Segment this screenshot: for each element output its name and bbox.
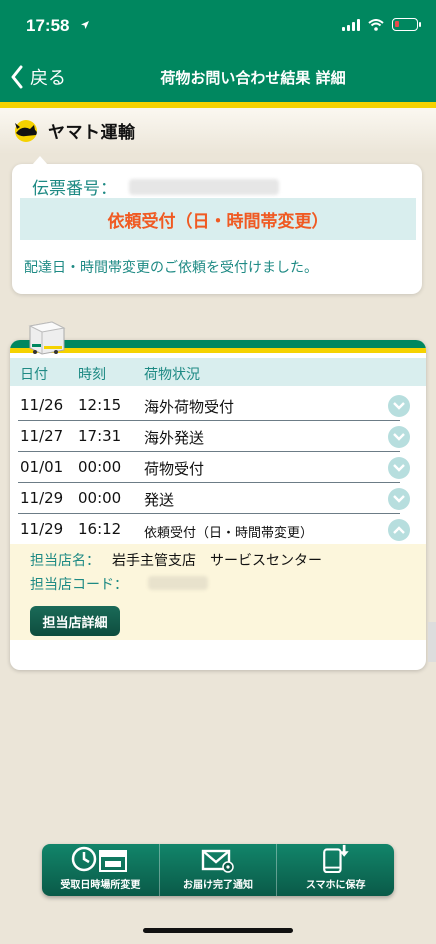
history-row[interactable]: 01/01 00:00 荷物受付 (10, 452, 426, 483)
row-date: 01/01 (20, 458, 64, 476)
row-time: 17:31 (78, 427, 122, 445)
status-time: 17:58 (26, 16, 70, 35)
chevron-down-icon[interactable] (388, 488, 410, 510)
row-date: 11/27 (20, 427, 64, 445)
row-time: 00:00 (78, 458, 122, 476)
delivery-notify-label: お届け完了通知 (183, 880, 253, 891)
row-status: 海外発送 (144, 429, 205, 447)
row-time: 16:12 (78, 520, 122, 538)
save-to-phone-button[interactable]: スマホに保存 (277, 844, 394, 896)
nav-bar: 戻る 荷物お問い合わせ結果 詳細 (0, 52, 436, 102)
status-message: 配達日・時間帯変更のご依頼を受付けました。 (24, 260, 318, 276)
header-date: 日付 (20, 367, 48, 383)
status-indicators (342, 18, 421, 31)
bottom-action-bar: 受取日時場所変更 お届け完了通知 スマホに保存 (42, 844, 394, 896)
store-detail-button[interactable]: 担当店詳細 (30, 606, 120, 636)
row-date: 11/26 (20, 396, 64, 414)
envelope-icon (201, 849, 234, 873)
brand-name: ヤマト運輸 (48, 123, 136, 142)
row-time: 12:15 (78, 396, 122, 414)
current-status-banner: 依頼受付（日・時間帯変更） (20, 198, 416, 240)
side-edge (428, 622, 436, 662)
row-status: 海外荷物受付 (144, 398, 235, 416)
row-status: 荷物受付 (144, 460, 205, 478)
history-header: 日付 時刻 荷物状況 (10, 358, 426, 386)
row-date: 11/29 (20, 489, 64, 507)
chevron-up-icon[interactable] (388, 519, 410, 541)
history-row[interactable]: 11/29 00:00 発送 (10, 483, 426, 514)
header-time: 時刻 (78, 367, 106, 383)
row-date: 11/29 (20, 520, 64, 538)
yamato-logo: ヤマト運輸 (8, 118, 136, 143)
store-name-value: 岩手主管支店 サービスセンター (112, 553, 322, 569)
tracking-summary-card: 伝票番号： 依頼受付（日・時間帯変更） 配達日・時間帯変更のご依頼を受付けました… (12, 156, 422, 294)
store-detail-panel: 担当店名： 岩手主管支店 サービスセンター 担当店コード： 担当店詳細 (10, 544, 426, 640)
phone-download-icon (322, 844, 349, 873)
history-row[interactable]: 11/27 17:31 海外発送 (10, 421, 426, 452)
battery-icon (392, 18, 421, 31)
chevron-down-icon[interactable] (388, 395, 410, 417)
brand-bar: ヤマト運輸 (0, 108, 436, 154)
page-title: 荷物お問い合わせ結果 詳細 (160, 69, 346, 87)
store-code-line: 担当店コード： (30, 574, 208, 594)
header-status: 荷物状況 (144, 367, 200, 383)
location-arrow-icon (81, 21, 89, 29)
row-status: 発送 (144, 491, 175, 509)
history-row-expanded[interactable]: 11/29 16:12 依頼受付（日・時間帯変更） (10, 514, 426, 545)
store-name-label: 担当店名： (30, 553, 100, 569)
store-name-line: 担当店名： 岩手主管支店 サービスセンター (30, 550, 322, 570)
delivery-notify-button[interactable]: お届け完了通知 (160, 844, 278, 896)
tracking-history-card: 日付 時刻 荷物状況 11/26 12:15 海外荷物受付 11/27 17:3… (10, 340, 426, 670)
black-cat-icon (15, 119, 37, 142)
clock-calendar-icon (72, 846, 128, 872)
slip-number-redacted (129, 178, 279, 195)
slip-number-label: 伝票番号： (32, 179, 117, 199)
change-delivery-label: 受取日時場所変更 (60, 880, 141, 891)
slip-number-row: 伝票番号： (32, 174, 279, 199)
row-time: 00:00 (78, 489, 122, 507)
store-code-label: 担当店コード： (30, 577, 128, 593)
home-indicator (143, 928, 293, 933)
row-status: 依頼受付（日・時間帯変更） (144, 526, 314, 541)
truck-icon (28, 321, 66, 355)
save-to-phone-label: スマホに保存 (305, 880, 366, 891)
chevron-down-icon[interactable] (388, 457, 410, 479)
wifi-icon (368, 18, 384, 31)
status-bar: 17:58 (0, 0, 436, 52)
store-code-redacted (148, 576, 208, 590)
history-row[interactable]: 11/26 12:15 海外荷物受付 (10, 390, 426, 421)
change-delivery-button[interactable]: 受取日時場所変更 (42, 844, 160, 896)
chevron-down-icon[interactable] (388, 426, 410, 448)
signal-icon (342, 18, 360, 31)
